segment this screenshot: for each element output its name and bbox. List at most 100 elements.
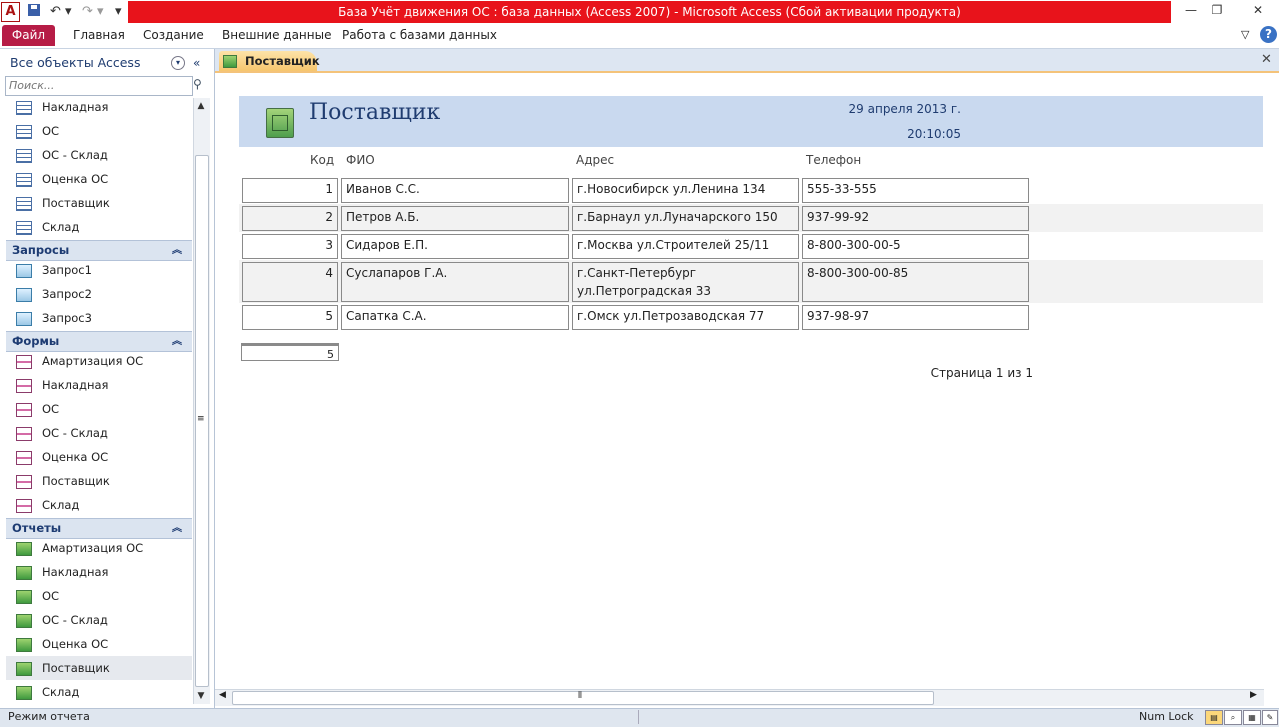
cell-address: г.Барнаул ул.Луначарского 150 — [572, 206, 799, 231]
cell-phone: 937-98-97 — [802, 305, 1029, 330]
report-title: Поставщик — [309, 100, 441, 125]
cell-fio: Суслапаров Г.А. — [341, 262, 569, 302]
maximize-button[interactable]: ❐ — [1204, 1, 1230, 19]
document-tab-supplier[interactable]: Поставщик — [219, 51, 320, 71]
search-icon[interactable]: ⚲ — [193, 77, 202, 91]
document-tab-bar — [215, 49, 1279, 73]
table-row: 3 Сидаров Е.П. г.Москва ул.Строителей 25… — [239, 232, 1263, 260]
scroll-left-icon[interactable]: ◀ — [219, 690, 226, 700]
nav-form-item[interactable]: ОС — [6, 397, 192, 421]
close-button[interactable]: ✕ — [1238, 1, 1278, 19]
nav-form-item[interactable]: Накладная — [6, 373, 192, 397]
cell-id: 3 — [242, 234, 338, 259]
page-info: Страница 1 из 1 — [930, 366, 1033, 380]
cell-phone: 8-800-300-00-5 — [802, 234, 1029, 259]
nav-report-item[interactable]: ОС — [6, 584, 192, 608]
table-row: 1 Иванов С.С. г.Новосибирск ул.Ленина 13… — [239, 176, 1263, 204]
nav-table-item[interactable]: Склад — [6, 215, 192, 239]
nav-table-item[interactable]: Накладная — [6, 95, 192, 119]
help-icon[interactable]: ? — [1260, 26, 1277, 43]
cell-address-line: г.Санкт-Петербург — [577, 266, 697, 280]
scroll-grip-icon: ⦀ — [578, 691, 582, 701]
nav-query-item[interactable]: Запрос3 — [6, 306, 192, 330]
nav-form-item[interactable]: Склад — [6, 493, 192, 517]
nav-query-item[interactable]: Запрос1 — [6, 258, 192, 282]
tab-external-data[interactable]: Внешние данные — [222, 25, 331, 46]
report-icon — [16, 590, 32, 604]
nav-query-item[interactable]: Запрос2 — [6, 282, 192, 306]
nav-table-item[interactable]: ОС - Склад — [6, 143, 192, 167]
column-header-phone: Телефон — [806, 153, 862, 167]
report-icon — [16, 542, 32, 556]
horizontal-scroll-thumb[interactable] — [232, 691, 934, 705]
table-icon — [16, 101, 32, 115]
nav-pane-title: Все объекты Access — [10, 55, 141, 70]
nav-collapse-icon[interactable]: « — [193, 52, 200, 74]
report-icon — [16, 566, 32, 580]
form-icon — [16, 499, 32, 513]
nav-table-item[interactable]: ОС — [6, 119, 192, 143]
report-date: 29 апреля 2013 г. — [848, 102, 961, 116]
nav-form-item[interactable]: Оценка ОС — [6, 445, 192, 469]
nav-report-item-selected[interactable]: Поставщик — [6, 656, 192, 680]
nav-form-item[interactable]: ОС - Склад — [6, 421, 192, 445]
cell-id: 2 — [242, 206, 338, 231]
customize-quick-access-icon[interactable]: ▾ — [115, 3, 125, 21]
table-icon — [16, 125, 32, 139]
cell-address: г.Москва ул.Строителей 25/11 — [572, 234, 799, 259]
tab-database-tools[interactable]: Работа с базами данных — [342, 25, 497, 46]
cell-fio: Петров А.Б. — [341, 206, 569, 231]
cell-address: г.Санкт-Петербург ул.Петроградская 33 — [572, 262, 799, 302]
tab-create[interactable]: Создание — [143, 25, 204, 46]
form-icon — [16, 427, 32, 441]
cell-id: 4 — [242, 262, 338, 302]
nav-report-item[interactable]: Оценка ОС — [6, 632, 192, 656]
nav-search-box[interactable] — [5, 76, 193, 96]
status-mode: Режим отчета — [8, 710, 90, 723]
nav-table-item[interactable]: Оценка ОС — [6, 167, 192, 191]
status-divider — [638, 710, 639, 724]
table-icon — [16, 173, 32, 187]
report-logo-icon — [266, 108, 294, 138]
undo-icon[interactable]: ↶ ▾ — [50, 3, 78, 21]
ribbon-collapse-icon[interactable]: ▽ — [1241, 28, 1249, 41]
save-icon[interactable] — [27, 3, 43, 21]
query-icon — [16, 264, 32, 278]
design-view-icon[interactable]: ✎ — [1262, 710, 1278, 725]
table-icon — [16, 221, 32, 235]
nav-pane-header[interactable]: Все объекты Access ▾ « — [4, 52, 210, 74]
scroll-down-icon[interactable]: ▼ — [194, 689, 208, 703]
form-icon — [16, 451, 32, 465]
scroll-grip-icon: ≡ — [197, 414, 205, 424]
nav-report-item[interactable]: Накладная — [6, 560, 192, 584]
layout-view-icon[interactable]: ▦ — [1243, 710, 1261, 725]
report-view-icon[interactable]: ▤ — [1205, 710, 1223, 725]
status-numlock: Num Lock — [1139, 710, 1194, 723]
cell-phone: 937-99-92 — [802, 206, 1029, 231]
nav-form-item[interactable]: Поставщик — [6, 469, 192, 493]
cell-address: г.Омск ул.Петрозаводская 77 — [572, 305, 799, 330]
redo-icon[interactable]: ↷ ▾ — [82, 3, 110, 21]
tab-home[interactable]: Главная — [73, 25, 125, 46]
scroll-up-icon[interactable]: ▲ — [194, 99, 208, 113]
nav-report-item[interactable]: ОС - Склад — [6, 608, 192, 632]
nav-menu-icon[interactable]: ▾ — [171, 56, 185, 70]
minimize-button[interactable]: — — [1178, 1, 1204, 19]
table-row: 5 Сапатка С.А. г.Омск ул.Петрозаводская … — [239, 303, 1263, 333]
table-row: 2 Петров А.Б. г.Барнаул ул.Луначарского … — [239, 204, 1263, 232]
nav-report-item[interactable]: Склад — [6, 680, 192, 704]
column-header-fio: ФИО — [346, 153, 375, 167]
access-app-icon[interactable]: A — [1, 2, 20, 22]
table-icon — [16, 197, 32, 211]
nav-table-item[interactable]: Поставщик — [6, 191, 192, 215]
cell-address: г.Новосибирск ул.Ленина 134 — [572, 178, 799, 203]
nav-search-input[interactable] — [6, 77, 192, 93]
report-icon — [223, 55, 237, 68]
nav-report-item[interactable]: Амартизация ОС — [6, 536, 192, 560]
close-document-icon[interactable]: ✕ — [1261, 52, 1272, 67]
scroll-right-icon[interactable]: ▶ — [1250, 690, 1257, 700]
tab-file[interactable]: Файл — [2, 25, 55, 46]
form-icon — [16, 475, 32, 489]
nav-form-item[interactable]: Амартизация ОС — [6, 349, 192, 373]
print-preview-icon[interactable]: ⌕ — [1224, 710, 1242, 725]
